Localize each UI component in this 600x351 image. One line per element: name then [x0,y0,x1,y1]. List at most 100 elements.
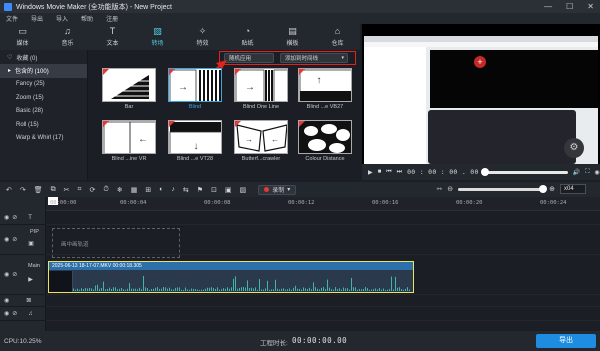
svg-text:↑: ↑ [317,75,322,86]
music-icon: ♫ [64,26,71,36]
export-button[interactable]: 导出 [536,334,596,348]
playback-progress[interactable] [480,167,568,176]
mosaic-icon[interactable]: ▦ [131,186,138,194]
lock-icon[interactable]: ⊘ [12,214,17,221]
tab-music[interactable]: ♫ 音乐 [45,24,90,50]
playback-bar: ▶ ■ ⏮ ⏭ 00 : 00 : 00 . 00 🔊 ⛶ ◉ [362,164,600,180]
tab-store[interactable]: ⌂ 仓库 [315,24,360,50]
store-icon: ⌂ [334,26,341,36]
delete-icon[interactable]: 🗑 [34,186,43,194]
grid-icon[interactable]: ▣ [225,186,232,194]
transition-label: Blind ...ine VR [111,156,147,162]
zoom-value[interactable]: x04 [560,184,586,194]
eye-icon[interactable]: ◉ [4,214,9,221]
crop-tool-icon[interactable]: ⊡ [211,186,217,194]
rotate-icon[interactable]: ⟳ [89,186,95,194]
chevron-down-icon: ▾ [287,187,291,193]
category-basic[interactable]: Basic (28) [0,105,87,119]
ruler-tick: 00:00:24 [540,200,567,206]
transition-thumbnail: → ← [234,120,288,154]
menu-help[interactable]: 帮助 [81,14,93,23]
redo-icon[interactable]: ↷ [20,186,26,194]
close-button[interactable]: ✕ [587,2,594,11]
transition-tile[interactable]: ← Blind ...ine VR [102,120,156,164]
timeline-ruler[interactable]: 00:00:00 00:00:04 00:00:08 00:00:12 00:0… [46,197,600,211]
zoom-in-icon[interactable]: ⊕ [549,185,555,193]
transition-tile[interactable]: Colour Distance [298,120,352,164]
zoom-out-icon[interactable]: ⊖ [447,185,453,193]
volume-icon[interactable]: 🔊 [573,169,580,176]
menu-export[interactable]: 导出 [31,14,43,23]
copy-icon[interactable]: ⧉ [51,186,56,194]
cpu-usage: CPU:10.25% [4,337,42,345]
category-roll[interactable]: Roll (15) [0,118,87,132]
image-icon[interactable]: ▨ [240,186,247,194]
tab-layout[interactable]: ▤ 横板 [270,24,315,50]
favorites-item[interactable]: ♡ 收藏 (0) [0,50,87,64]
tab-transition[interactable]: ▧ 转场 [135,24,180,50]
heart-icon: ♡ [7,54,13,61]
eye-icon[interactable]: ◉ [4,236,9,243]
tab-media[interactable]: ▭ 媒体 [0,24,45,50]
color-icon[interactable]: ◐ [159,186,163,193]
play-button[interactable]: ▶ [368,169,373,176]
svg-text:←: ← [271,135,279,144]
track-headers: ◉ ⊘ T ◉ ⊘ PIP ▣ ◉ ⊘ Main ▶ ◉ ⊠ ◉ ⊘ ♫ [0,197,46,331]
pip-drop-zone[interactable]: 画中画轨道 [52,228,180,258]
minimize-button[interactable]: — [544,2,552,11]
mute-icon[interactable]: ◉ [4,310,9,317]
speed-icon[interactable]: ⏱ [103,186,108,194]
audio-icon[interactable]: ♪ [171,186,175,193]
transition-tile[interactable]: → ← Butterf...crawler [234,120,288,164]
menu-register[interactable]: 注册 [106,14,118,23]
category-fancy[interactable]: Fancy (25) [0,78,87,92]
next-frame-button[interactable]: ⏭ [397,169,402,176]
fullscreen-icon[interactable]: ⛶ [585,169,589,176]
transition-tile[interactable]: → Blind [168,68,222,112]
tab-stickers[interactable]: ◔ 贴纸 [225,24,270,50]
snapshot-icon[interactable]: ◉ [594,169,599,176]
lock-icon[interactable]: ⊘ [12,236,17,243]
transition-tool-icon[interactable]: ⇆ [183,186,189,194]
record-button[interactable]: 录制 ▾ [258,184,297,195]
menu-import[interactable]: 导入 [56,14,68,23]
ruler-tick: 00:00:16 [372,200,399,206]
marker-icon[interactable]: ⚑ [197,186,203,194]
crop-icon[interactable]: ⌗ [78,186,82,194]
undo-icon[interactable]: ↶ [6,186,12,194]
transition-thumbnail [298,120,352,154]
prev-frame-button[interactable]: ⏮ [386,169,391,176]
video-clip[interactable]: 2025-06-13 18-17-07.MKV 00:00:18.305 [48,261,414,293]
eye-icon[interactable]: ◉ [4,297,9,304]
transition-tile[interactable]: → Blind One Line [234,68,288,112]
effect-lane[interactable] [46,295,600,307]
main-label: Main [28,263,40,269]
snow-icon[interactable]: ❄ [117,186,123,194]
preview-panel: + ⚙ [362,24,600,164]
freeze-icon[interactable]: ⊞ [145,186,151,194]
lock-icon[interactable]: ⊘ [12,271,17,278]
audio-lane[interactable] [46,307,600,321]
split-icon[interactable]: ✂ [64,186,70,194]
tab-text[interactable]: T 文本 [90,24,135,50]
eye-icon[interactable]: ◉ [4,271,9,278]
transition-tile[interactable]: Bar [102,68,156,112]
layout-icon: ▤ [288,26,297,36]
playback-knob[interactable] [480,167,489,176]
zoom-knob[interactable] [539,184,548,193]
tab-effects[interactable]: ✧ 特效 [180,24,225,50]
transition-tile[interactable]: ↑ Blind ...e VB27 [298,68,352,112]
category-included[interactable]: ▸ 包含的 (100) [0,64,87,78]
category-zoom[interactable]: Zoom (15) [0,91,87,105]
transition-tile[interactable]: ↓ Blind ...e VT28 [168,120,222,164]
menu-file[interactable]: 文件 [6,14,18,23]
svg-text:→: → [245,82,255,93]
maximize-button[interactable]: ☐ [566,2,573,11]
lock-icon[interactable]: ⊘ [12,310,17,317]
text-lane[interactable] [46,211,600,225]
fit-icon[interactable]: ⇿ [436,185,442,193]
zoom-slider[interactable] [458,184,548,193]
stop-button[interactable]: ■ [378,169,382,175]
category-warp-whirl[interactable]: Warp & Whirl (17) [0,132,87,146]
transition-label: Blind One Line [242,104,280,110]
